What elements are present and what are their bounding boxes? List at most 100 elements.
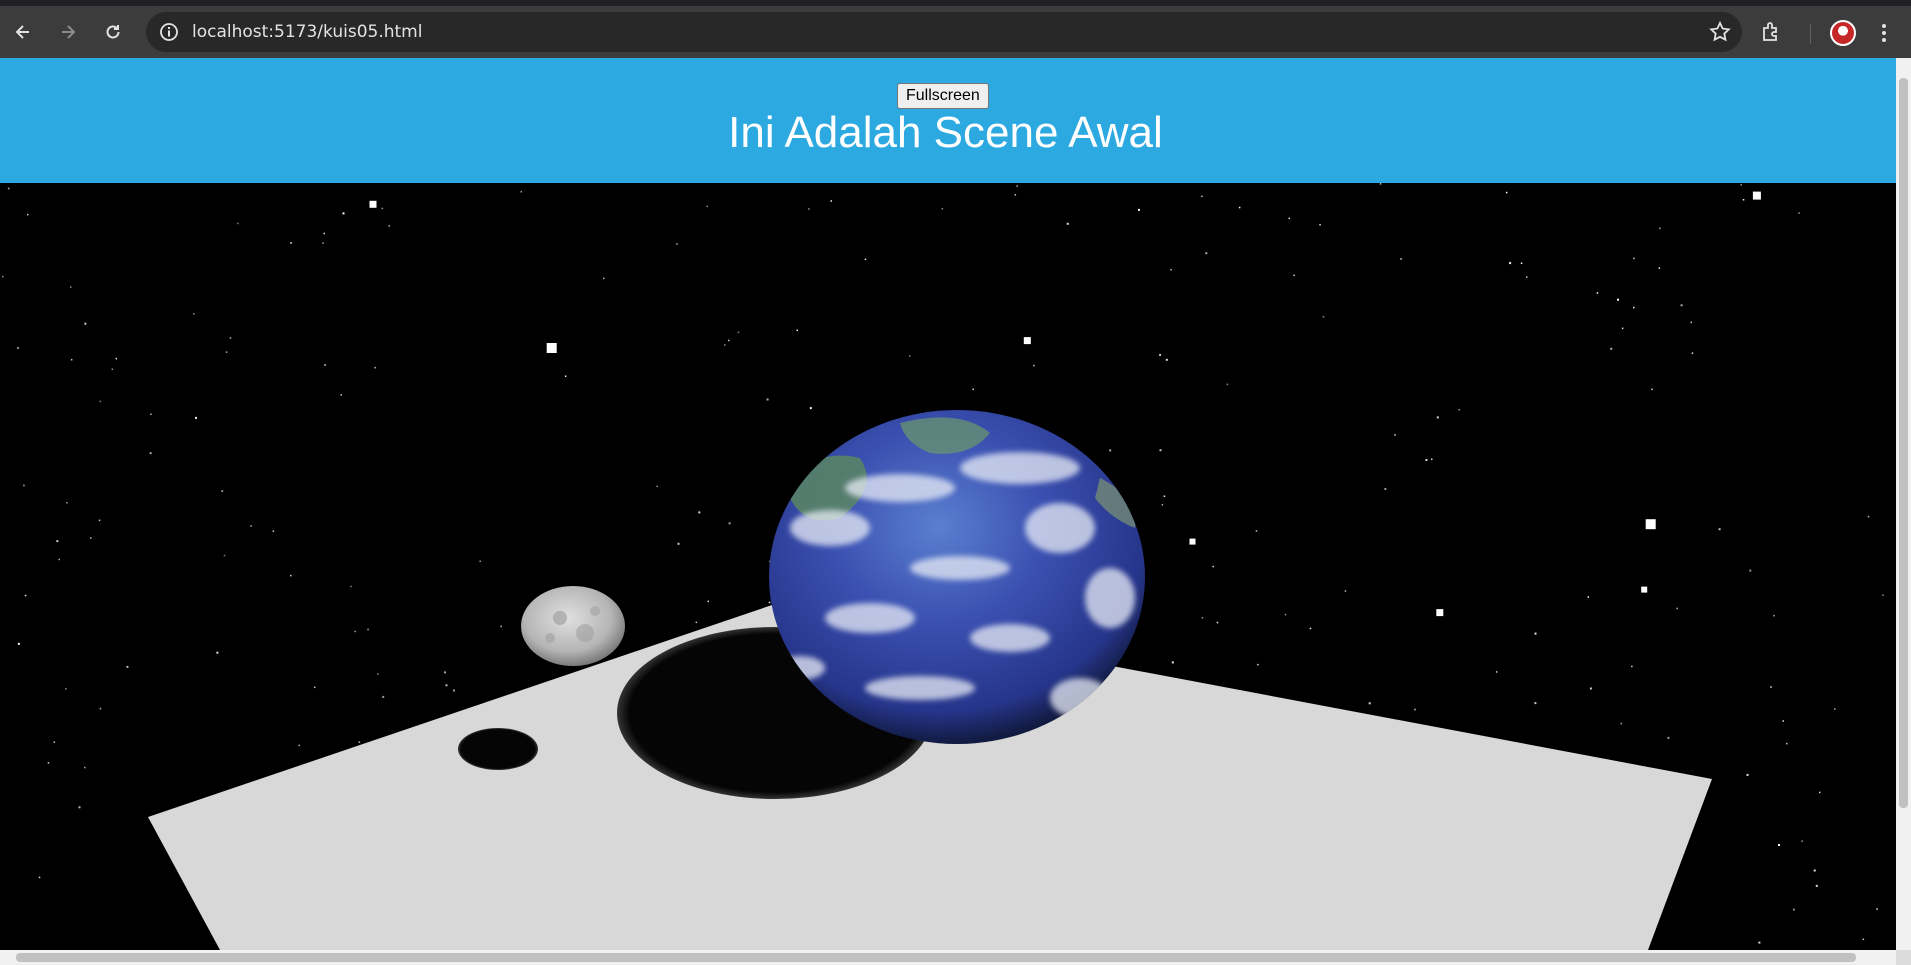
star [1786,742,1788,745]
star [90,537,92,539]
star [322,242,324,244]
star [909,355,911,357]
star [1633,306,1635,309]
star [323,232,325,235]
star [1867,515,1870,518]
star [1284,613,1287,616]
star [1819,791,1821,794]
star [1400,258,1402,260]
vertical-scrollbar[interactable] [1896,58,1911,950]
star [1159,353,1162,356]
star [1319,224,1321,226]
star [1631,665,1633,668]
star [1344,590,1347,592]
earth-sphere [769,410,1145,744]
star [377,673,379,675]
star [1033,364,1035,367]
star [65,688,67,690]
star [1436,609,1444,617]
star [1257,663,1259,666]
star [830,200,832,202]
vertical-scroll-thumb[interactable] [1899,78,1908,808]
star [1216,621,1219,624]
star [1882,594,1884,596]
star [98,519,101,522]
star [1752,191,1761,200]
star [374,366,376,369]
star [84,766,86,769]
star [724,344,726,346]
star [126,665,129,668]
url-text[interactable]: localhost:5173/kuis05.html [192,22,422,42]
star [1205,252,1208,255]
star [381,207,384,210]
star [354,630,356,633]
star [1425,459,1428,461]
bookmark-star-icon[interactable] [1708,20,1732,44]
star [809,407,812,410]
star [1414,708,1416,711]
back-icon [15,25,29,39]
star [1641,586,1648,593]
webgl-scene-canvas[interactable] [0,58,1896,950]
star [149,452,152,455]
star [24,594,27,597]
fullscreen-button[interactable]: Fullscreen [897,83,989,109]
horizontal-scrollbar[interactable] [0,950,1896,965]
star [520,191,522,193]
star [1509,262,1512,265]
star [216,651,219,654]
star [70,286,72,288]
star [1691,352,1694,354]
back-button[interactable] [5,14,41,50]
reload-button[interactable] [95,14,131,50]
star [656,485,658,488]
star [1379,183,1382,185]
star [1792,908,1795,911]
star [564,375,567,377]
horizontal-scroll-thumb[interactable] [16,953,1856,962]
star [1159,449,1162,452]
star [78,806,81,809]
star [225,351,228,353]
star [1740,184,1742,186]
extensions-icon[interactable] [1760,20,1784,44]
forward-button[interactable] [50,14,86,50]
star [1161,504,1164,506]
star [237,222,239,225]
star [342,212,345,215]
star [1238,206,1241,209]
site-info-button[interactable] [156,19,182,45]
star [17,347,19,349]
star [369,200,377,208]
star [290,242,292,244]
star [195,416,197,419]
profile-avatar[interactable] [1830,20,1856,46]
star [1309,627,1312,630]
star [84,322,87,325]
star [1458,409,1460,411]
star [698,511,701,514]
star [1288,217,1290,220]
star [115,357,118,360]
star [358,741,361,743]
star [38,876,41,879]
star [1773,614,1775,617]
star [500,625,502,628]
star [1587,596,1590,598]
star [1109,449,1112,452]
star [546,343,557,353]
star [313,686,316,689]
star [1680,304,1683,307]
star [808,208,810,210]
address-bar[interactable]: localhost:5173/kuis05.html [146,12,1742,52]
reload-icon [106,25,120,39]
star [1749,569,1752,572]
star [1589,687,1592,690]
star [53,741,56,743]
star [382,695,385,698]
star [47,762,50,764]
menu-kebab-icon[interactable] [1877,22,1891,44]
star [1758,941,1761,944]
star [1171,661,1174,664]
